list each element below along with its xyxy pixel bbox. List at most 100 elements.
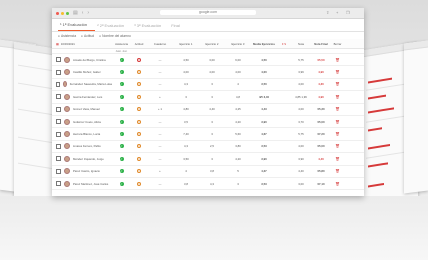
attitude-cell[interactable]: !: [131, 82, 147, 87]
trash-icon[interactable]: 🗑: [335, 120, 339, 124]
notebook-cell[interactable]: +: [147, 95, 173, 99]
trash-icon[interactable]: 🗑: [335, 82, 339, 86]
exercise-2-cell[interactable]: 3: [199, 82, 225, 86]
attitude-cell[interactable]: !: [131, 94, 147, 99]
exercise-3-cell[interactable]: 4,00: [225, 70, 251, 74]
attitude-cell[interactable]: !: [131, 57, 147, 62]
trash-icon[interactable]: 🗑: [335, 95, 339, 99]
exercise-3-cell[interactable]: 4: [225, 82, 251, 86]
attitude-cell[interactable]: !: [131, 181, 147, 186]
exercise-3-cell[interactable]: 4,20: [225, 157, 251, 161]
attitude-cell[interactable]: !: [131, 144, 147, 149]
notebook-cell[interactable]: —: [147, 70, 173, 74]
attendance-cell[interactable]: ✓: [112, 70, 131, 75]
exercise-1-cell[interactable]: 7,40: [173, 132, 199, 136]
table-row[interactable]: Fernández Saavedra, María Luisa ✓! —4,3 3 4 3…: [52, 79, 364, 92]
exercise-3-cell[interactable]: 4,25: [225, 107, 251, 111]
exercise-2-cell[interactable]: 4,3: [199, 182, 225, 186]
trash-icon[interactable]: 🗑: [335, 144, 339, 148]
exercise-2-cell[interactable]: 4,00: [199, 70, 225, 74]
close-window-button[interactable]: [56, 11, 59, 15]
row-checkbox[interactable]: [56, 57, 61, 63]
row-checkbox[interactable]: [56, 131, 61, 137]
address-bar[interactable]: google.com: [160, 10, 256, 15]
trash-icon[interactable]: 🗑: [335, 169, 339, 173]
attendance-cell[interactable]: ✓: [112, 169, 131, 174]
maximize-window-button[interactable]: [66, 11, 69, 15]
exercise-3-cell[interactable]: 5,60: [225, 132, 251, 136]
trash-icon[interactable]: 🗑: [335, 157, 339, 161]
attitude-cell[interactable]: !: [131, 119, 147, 124]
trash-icon[interactable]: 🗑: [335, 70, 339, 74]
attendance-cell[interactable]: ✓: [112, 94, 131, 99]
attitude-cell[interactable]: !: [131, 169, 147, 174]
notebook-cell[interactable]: —: [147, 58, 173, 62]
exercise-3-cell[interactable]: 6,00: [225, 58, 251, 62]
filter-attitude[interactable]: ●Actitud: [81, 34, 94, 38]
exercise-1-cell[interactable]: 4,80: [173, 107, 199, 111]
notebook-cell[interactable]: +: [147, 169, 173, 173]
forward-arrow-icon[interactable]: ›: [87, 10, 89, 16]
row-checkbox[interactable]: [56, 106, 61, 112]
attendance-cell[interactable]: ✓: [112, 144, 131, 149]
exercise-2-cell[interactable]: 4,40: [199, 107, 225, 111]
table-row[interactable]: Gutiérrez Cueto, Alicia ✓! —3,5 3 4,20 3,90 3,…: [52, 116, 364, 129]
filter-attendance[interactable]: ●Asistencia: [58, 34, 76, 38]
trash-icon[interactable]: 🗑: [335, 132, 339, 136]
delete-cell[interactable]: 🗑: [331, 58, 344, 62]
delete-cell[interactable]: 🗑: [331, 182, 344, 186]
notebook-cell[interactable]: + 1: [147, 107, 173, 111]
filter-student-name[interactable]: ●Nombre del alumno: [99, 34, 131, 38]
exercise-2-cell[interactable]: 3: [199, 157, 225, 161]
table-row[interactable]: Castillo Muñoz, Isabel ✓! —4,00 4,00 4,00 4,0…: [52, 66, 364, 79]
exercise-2-cell[interactable]: 3: [199, 95, 225, 99]
trash-icon[interactable]: 🗑: [335, 58, 339, 62]
attitude-cell[interactable]: !: [131, 156, 147, 161]
exercise-1-cell[interactable]: 3,8: [173, 182, 199, 186]
exercise-3-cell[interactable]: 5: [225, 169, 251, 173]
table-row[interactable]: Pérez Martínez, José Carlos ✓! —3,8 4,3 3 3,5…: [52, 178, 364, 191]
table-row[interactable]: García Fernández, Luis ✓! +3 3 4,8 4/5 3,40 4,…: [52, 91, 364, 104]
attendance-cell[interactable]: ✓: [112, 57, 131, 62]
student-name[interactable]: García Fernández, Luis: [73, 95, 102, 99]
table-row[interactable]: Herrera Blanco, Lucía ✓! —7,40 3 5,60 4,67 5,7…: [52, 128, 364, 141]
trash-icon[interactable]: 🗑: [335, 182, 339, 186]
student-name[interactable]: Pérez Martínez, José Carlos: [73, 182, 108, 186]
exercise-2-cell[interactable]: 3: [199, 132, 225, 136]
student-name[interactable]: Gutiérrez Cueto, Alicia: [73, 120, 101, 124]
header-date[interactable]: ▦ 16/03/2021: [52, 42, 112, 46]
exercise-2-cell[interactable]: 3,8: [199, 169, 225, 173]
exercise-1-cell[interactable]: 4,3: [173, 144, 199, 148]
exercise-1-cell[interactable]: 4,3: [173, 82, 199, 86]
student-name[interactable]: Pérez Castro, Ignacio: [73, 169, 100, 173]
attendance-cell[interactable]: ✓: [112, 107, 131, 112]
delete-cell[interactable]: 🗑: [331, 169, 344, 173]
table-row[interactable]: Méndez Izquierdo, Jorge ✓! —3,50 3 4,20 3,90 3…: [52, 153, 364, 166]
row-checkbox[interactable]: [56, 81, 60, 87]
exercise-3-cell[interactable]: 3: [225, 182, 251, 186]
delete-cell[interactable]: 🗑: [331, 95, 344, 99]
exercise-1-cell[interactable]: 4,50: [173, 58, 199, 62]
share-icon[interactable]: ⇧: [326, 10, 329, 15]
exercise-1-cell[interactable]: 3,50: [173, 157, 199, 161]
delete-cell[interactable]: 🗑: [331, 107, 344, 111]
delete-cell[interactable]: 🗑: [331, 144, 344, 148]
delete-cell[interactable]: 🗑: [331, 157, 344, 161]
student-name[interactable]: Fernández Saavedra, María Luisa: [70, 82, 112, 86]
attendance-cell[interactable]: ✓: [112, 156, 131, 161]
row-checkbox[interactable]: [56, 119, 61, 125]
exercise-3-cell[interactable]: 3,80: [225, 144, 251, 148]
table-row[interactable]: Pérez Castro, Ignacio ✓! +4 3,8 5 4,27 4,40 05,…: [52, 166, 364, 178]
table-row[interactable]: Gómez Vaca, Manuel ✓! + 1 4,80 4,40 4,25 4,43 4…: [52, 104, 364, 116]
tab-3rd-evaluation[interactable]: 33ª Evaluación: [132, 23, 169, 31]
delete-cell[interactable]: 🗑: [331, 70, 344, 74]
exercise-2-cell[interactable]: 3: [199, 120, 225, 124]
notebook-cell[interactable]: —: [147, 82, 173, 86]
exercise-2-cell[interactable]: 3,00: [199, 58, 225, 62]
student-name[interactable]: Linares Ferrero, Pablo: [73, 144, 101, 148]
new-tab-icon[interactable]: +: [336, 10, 338, 15]
attendance-cell[interactable]: ✓: [112, 119, 131, 124]
attendance-cell[interactable]: ✓: [112, 181, 131, 186]
row-checkbox[interactable]: [56, 69, 61, 75]
tabs-overview-icon[interactable]: ❐: [346, 10, 350, 15]
